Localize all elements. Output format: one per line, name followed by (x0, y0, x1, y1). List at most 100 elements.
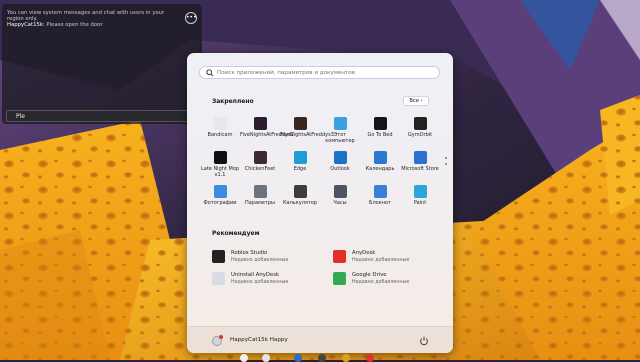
pinned-app[interactable]: FiveNightsAtFreddys2 (240, 117, 294, 147)
more-options-icon[interactable]: ••• (185, 12, 197, 24)
taskbar (236, 352, 406, 362)
pinned-app[interactable]: ChickenFeet (240, 151, 280, 181)
recommended-item-subtitle: Недавно добавленные (352, 280, 410, 285)
edge-taskbar-icon[interactable] (294, 354, 302, 362)
pinned-app[interactable]: Часы (320, 185, 360, 215)
calculator-icon (294, 185, 307, 198)
fnaf3-icon (294, 117, 307, 130)
chickenfeet-icon (254, 151, 267, 164)
paint-icon (414, 185, 427, 198)
recommended-item-name: Google Drive (352, 272, 387, 278)
pinned-app-label: Bandicam (207, 132, 233, 138)
pinned-app-label: Edge (293, 166, 307, 172)
all-apps-label: Все (409, 98, 419, 104)
clock-icon (334, 185, 347, 198)
pinned-app[interactable]: Microsoft Store (400, 151, 440, 181)
recommended-item-subtitle: Недавно добавленные (231, 280, 289, 285)
this-pc-icon (334, 117, 347, 130)
page-dot (445, 157, 447, 159)
pinned-app[interactable]: Параметры (240, 185, 280, 215)
pinned-app[interactable]: Календарь (360, 151, 400, 181)
recommended-item[interactable]: AnyDesk Недавно добавленные (333, 248, 448, 268)
recommended-item-subtitle: Недавно добавленные (231, 258, 289, 263)
chevron-right-icon: › (420, 98, 423, 104)
page-dot (445, 163, 447, 165)
notepad-icon (374, 185, 387, 198)
recommended-item-name: AnyDesk (352, 250, 376, 256)
recommended-heading: Рекомендуем (212, 230, 260, 237)
pinned-app[interactable]: Go To Bed (360, 117, 400, 147)
edge-icon (294, 151, 307, 164)
pinned-app-label: Paint (413, 200, 427, 206)
pinned-app[interactable]: Outlook (320, 151, 360, 181)
pinned-heading: Закреплено (212, 98, 254, 105)
start-footer: HappyCat15k Happy (187, 326, 453, 353)
chat-log: You can view system messages and chat wi… (7, 10, 172, 29)
pinned-app[interactable]: Фотографии (200, 185, 240, 215)
pinned-app[interactable]: Bandicam (200, 117, 240, 147)
pinned-app-label: Блокнот (369, 200, 391, 206)
page-dots[interactable] (445, 157, 448, 169)
pinned-app-label: ChickenFeet (244, 166, 276, 172)
user-name[interactable]: HappyCat15k Happy (230, 337, 288, 343)
power-icon[interactable] (419, 336, 429, 346)
uninstall-anydesk-icon (212, 272, 225, 285)
recommended-item[interactable]: Roblox Studio Недавно добавленные (212, 248, 327, 268)
roblox-studio-icon (212, 250, 225, 263)
pinned-app-label: Этот компьютер (325, 132, 355, 144)
photos-icon (214, 185, 227, 198)
system-message: You can view system messages and chat wi… (7, 10, 165, 23)
pinned-app[interactable]: Блокнот (360, 185, 400, 215)
chat-window: You can view system messages and chat wi… (2, 4, 202, 124)
pinned-app-label: FiveNightsAtFreddys3 (280, 132, 334, 138)
pinned-app-label: Outlook (330, 166, 350, 172)
pinned-app[interactable]: Этот компьютер (320, 117, 360, 147)
all-apps-button[interactable]: Все › (403, 96, 429, 106)
chat-message: HappyCat15k: Please open the door (7, 22, 172, 28)
app2-taskbar-icon[interactable] (366, 354, 374, 362)
pinned-app[interactable]: Late Night Mop v1.1 (200, 151, 240, 181)
pinned-app[interactable]: Paint (400, 185, 440, 215)
start-menu: Закреплено Все › Bandicam FiveNightsAtFre… (187, 53, 453, 353)
google-drive-icon (333, 272, 346, 285)
pinned-app-label: Microsoft Store (401, 166, 439, 172)
store-icon (414, 151, 427, 164)
pinned-app[interactable]: Edge (280, 151, 320, 181)
pinned-app[interactable]: GymOrbit (400, 117, 440, 147)
late-night-mop-icon (214, 151, 227, 164)
calendar-icon (374, 151, 387, 164)
pinned-app-label: GymOrbit (407, 132, 433, 138)
search-taskbar-icon[interactable] (262, 354, 270, 362)
gymorbit-icon (414, 117, 427, 130)
search-box[interactable] (199, 66, 440, 79)
pinned-app-label: Фотографии (203, 200, 237, 206)
chat-message-text: Please open the door (46, 22, 103, 29)
pinned-app-label: Календарь (365, 166, 395, 172)
pinned-app-label: FiveNightsAtFreddys2 (240, 132, 294, 138)
notification-dot (219, 335, 223, 339)
pinned-app-label: Go To Bed (367, 132, 393, 138)
search-icon (206, 69, 214, 77)
explorer-taskbar-icon[interactable] (342, 354, 350, 362)
bandicam-icon (214, 117, 227, 130)
anydesk-icon (333, 250, 346, 263)
chat-input[interactable]: Ple (6, 110, 198, 122)
chat-username: HappyCat15k: (7, 22, 45, 29)
go-to-bed-icon (374, 117, 387, 130)
fnaf2-icon (254, 117, 267, 130)
pinned-app-label: Параметры (245, 200, 275, 206)
outlook-icon (334, 151, 347, 164)
start-button-icon[interactable] (240, 354, 248, 362)
pinned-app[interactable]: FiveNightsAtFreddys3 (280, 117, 334, 147)
pinned-app-label: Калькулятор (282, 200, 318, 206)
recommended-item-name: Uninstall AnyDesk (231, 272, 280, 278)
pinned-app-label: Часы (333, 200, 347, 206)
recommended-item[interactable]: Uninstall AnyDesk Недавно добавленные (212, 270, 327, 290)
settings-icon (254, 185, 267, 198)
pinned-app[interactable]: Калькулятор (280, 185, 320, 215)
search-input[interactable] (217, 67, 432, 78)
recommended-item[interactable]: Google Drive Недавно добавленные (333, 270, 448, 290)
pinned-app-label: Late Night Mop v1.1 (200, 166, 240, 178)
app-taskbar-icon[interactable] (318, 354, 326, 362)
recommended-item-subtitle: Недавно добавленные (352, 258, 410, 263)
